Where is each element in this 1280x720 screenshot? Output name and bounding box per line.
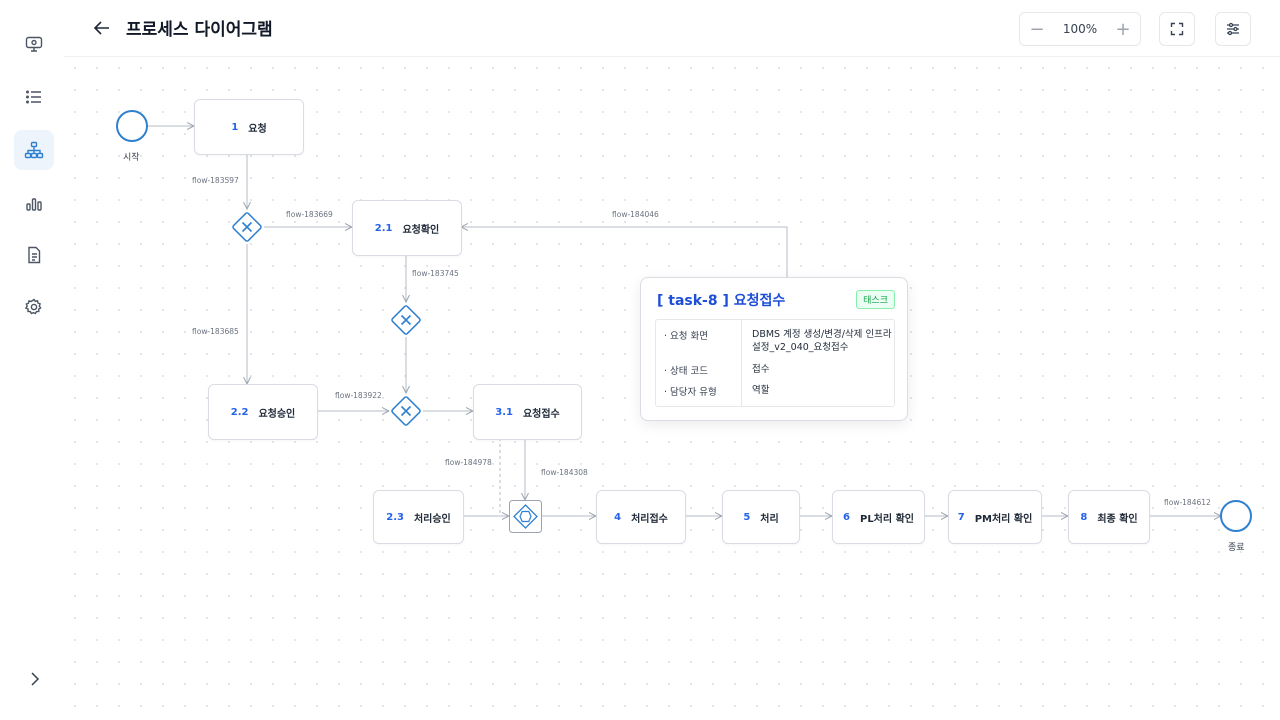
- task-type-badge: 태스크: [856, 290, 895, 309]
- detail-value: DBMS 계정 생성/변경/삭제 인프라 설정_v2_040_요청접수: [752, 329, 892, 353]
- zoom-control: − 100% +: [1019, 12, 1141, 46]
- flow-label: flow-184612: [1164, 498, 1211, 507]
- end-event-label: 종료: [1228, 543, 1245, 553]
- task-label: 처리접수: [631, 513, 668, 525]
- sidebar-item-settings[interactable]: [14, 287, 54, 327]
- flow-label: flow-183669: [286, 210, 333, 219]
- header: 프로세스 다이어그램 − 100% +: [64, 0, 1280, 57]
- sidebar: [0, 0, 65, 720]
- task-number: 1: [231, 121, 239, 133]
- table-divider: [741, 320, 742, 406]
- detail-value: 접수: [752, 364, 770, 375]
- monitor-icon: [25, 36, 43, 52]
- task-detail-table: · 요청 화면 DBMS 계정 생성/변경/삭제 인프라 설정_v2_040_요…: [655, 319, 895, 407]
- bar-chart-icon: [26, 198, 42, 211]
- gear-icon: [24, 298, 42, 315]
- task-number: 5: [743, 511, 751, 523]
- hierarchy-icon: [24, 141, 44, 159]
- sliders-icon: [1227, 22, 1239, 36]
- task-number: 8: [1080, 511, 1088, 523]
- task-node-2-3[interactable]: 2.3 처리승인: [373, 490, 464, 544]
- flow-label: flow-184046: [612, 210, 659, 219]
- task-number: 7: [957, 511, 965, 523]
- sidebar-item-monitor[interactable]: [14, 24, 54, 64]
- fullscreen-icon: [1170, 22, 1184, 36]
- popup-title: [ task-8 ] 요청접수: [657, 293, 786, 309]
- event-gateway[interactable]: [509, 500, 542, 533]
- task-number: 2.3: [386, 511, 404, 523]
- exclusive-gateway[interactable]: [390, 395, 422, 427]
- task-label: 요청승인: [258, 408, 296, 420]
- fullscreen-button[interactable]: [1159, 12, 1195, 46]
- task-number: 2.1: [374, 222, 393, 234]
- detail-value: 역할: [752, 385, 770, 396]
- task-number: 3.1: [495, 406, 513, 418]
- task-node-6[interactable]: 6 PL처리 확인: [832, 490, 925, 544]
- expand-sidebar-button[interactable]: [24, 668, 46, 690]
- flow-label: flow-184308: [541, 468, 588, 477]
- task-label: 요청: [248, 123, 267, 135]
- end-event[interactable]: [1219, 499, 1253, 533]
- task-label: PM처리 확인: [974, 513, 1033, 525]
- zoom-out-button[interactable]: −: [1020, 13, 1054, 45]
- arrow-left-icon: [93, 21, 109, 35]
- flow-label: flow-183745: [412, 269, 459, 278]
- task-label: PL처리 확인: [859, 513, 914, 525]
- detail-key: · 요청 화면: [664, 331, 709, 342]
- task-number: 4: [614, 511, 622, 523]
- back-button[interactable]: [90, 16, 114, 40]
- task-node-3-1[interactable]: 3.1 요청접수: [473, 384, 582, 440]
- sidebar-item-diagram[interactable]: [14, 130, 54, 170]
- task-number: 2.2: [230, 406, 249, 418]
- start-event-label: 시작: [123, 153, 140, 163]
- exclusive-gateway[interactable]: [231, 211, 263, 243]
- task-node-2-1[interactable]: 2.1 요청확인: [352, 200, 462, 256]
- task-node-4[interactable]: 4 처리접수: [596, 490, 686, 544]
- flow-label: flow-184978: [445, 458, 492, 467]
- task-node-7[interactable]: 7 PM처리 확인: [948, 490, 1042, 544]
- task-label: 요청접수: [522, 408, 560, 420]
- detail-key: · 상태 코드: [664, 366, 709, 377]
- page-title: 프로세스 다이어그램: [126, 20, 273, 40]
- zoom-in-button[interactable]: +: [1106, 13, 1140, 45]
- task-node-8[interactable]: 8 최종 확인: [1068, 490, 1150, 544]
- sidebar-item-document[interactable]: [14, 235, 54, 275]
- filter-settings-button[interactable]: [1215, 12, 1251, 46]
- flow-label: flow-183597: [192, 176, 239, 185]
- task-label: 최종 확인: [1097, 513, 1138, 525]
- detail-key: · 담당자 유형: [664, 387, 717, 398]
- task-number: 6: [843, 511, 850, 523]
- task-node-2-2[interactable]: 2.2 요청승인: [208, 384, 318, 440]
- zoom-level: 100%: [1062, 22, 1098, 36]
- flow-label: flow-183685: [192, 327, 239, 336]
- task-label: 처리승인: [413, 513, 451, 525]
- document-icon: [28, 246, 41, 264]
- sidebar-item-statistics[interactable]: [14, 183, 54, 223]
- flow-label: flow-183922: [335, 391, 382, 400]
- exclusive-gateway[interactable]: [390, 304, 422, 336]
- task-node-5[interactable]: 5 처리: [722, 490, 800, 544]
- task-label: 요청확인: [402, 224, 440, 236]
- task-node-1[interactable]: 1 요청: [194, 99, 304, 155]
- task-label: 처리: [760, 513, 779, 525]
- task-detail-popup: [ task-8 ] 요청접수 태스크 · 요청 화면 DBMS 계정 생성/변…: [640, 277, 908, 421]
- start-event[interactable]: [115, 109, 149, 143]
- list-icon: [26, 90, 41, 104]
- chevron-right-icon: [31, 672, 40, 686]
- sidebar-item-list[interactable]: [14, 77, 54, 117]
